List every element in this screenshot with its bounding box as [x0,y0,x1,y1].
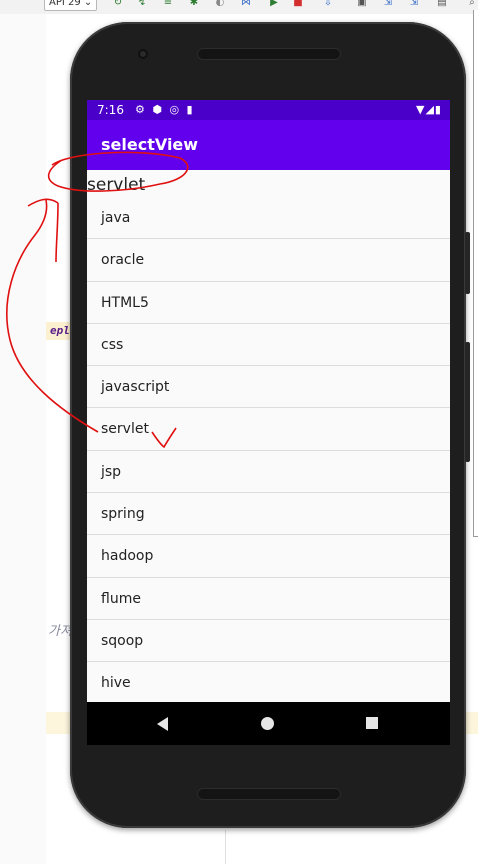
status-time: 7:16 [97,103,124,117]
stop-icon[interactable]: ■ [292,0,304,9]
sync-icon[interactable]: ≡ [162,0,174,9]
list-item[interactable]: java [87,197,450,240]
list-item[interactable]: servlet [87,408,450,451]
layout-inspector-icon[interactable]: ▤ [436,0,448,9]
signal-battery-icons: ▼◢▮ [416,103,442,116]
front-camera [138,49,148,59]
volume-button[interactable] [465,342,470,462]
list-item[interactable]: jsp [87,451,450,494]
apply-changes-icon[interactable]: ↻ [112,0,124,9]
bottom-speaker [197,788,341,800]
ide-left-strip [0,14,46,864]
list-item[interactable]: oracle [87,239,450,282]
api-level-dropdown[interactable]: API 29 ⌄ [44,0,98,11]
run-icon[interactable]: ▶ [268,0,280,9]
avd-manager-icon[interactable]: ⇲ [408,0,420,9]
navigation-bar [87,702,450,745]
home-icon[interactable] [261,717,274,730]
list-item[interactable]: HTML5 [87,282,450,324]
selected-value-text: servlet [87,175,146,195]
recents-icon[interactable] [366,717,378,729]
status-bar: 7:16 ⚙ ⬢ ◎ ▮ ▼◢▮ [87,100,450,120]
list-item[interactable]: flume [87,578,450,620]
notification-icons: ⚙ ⬢ ◎ ▮ [135,103,195,116]
search-icon[interactable]: ⌕ [466,0,478,9]
api-level-label: API 29 [49,0,81,8]
attach-icon[interactable]: ⋈ [240,0,252,9]
profile-icon[interactable]: ◐ [214,0,226,9]
device-screen: 7:16 ⚙ ⬢ ◎ ▮ ▼◢▮ selectView servlet java… [87,100,450,745]
list-item[interactable]: hadoop [87,535,450,578]
list-item[interactable]: hive [87,662,450,705]
app-title: selectView [101,135,199,154]
ide-divider [225,830,226,864]
earpiece-speaker [197,48,341,60]
list-item[interactable]: sqoop [87,620,450,663]
apply-code-icon[interactable]: ↯ [136,0,148,9]
app-bar: selectView [87,120,450,170]
gradle-icon[interactable]: ⇩ [322,0,334,9]
list-item[interactable]: css [87,324,450,367]
ide-toolbar: API 29 ⌄ ↻ ↯ ≡ ✱ ◐ ⋈ ▶ ■ ⇩ ▣ ⇲ ⇲ ▤ ⌕ [0,0,478,15]
phone-frame: 7:16 ⚙ ⬢ ◎ ▮ ▼◢▮ selectView servlet java… [70,22,470,828]
debug-icon[interactable]: ✱ [188,0,200,9]
device-manager-icon[interactable]: ▣ [356,0,368,9]
ide-right-panel [473,10,478,537]
list-item[interactable]: spring [87,493,450,536]
item-list[interactable]: java oracle HTML5 css javascript servlet jsp sp… [87,197,450,705]
back-icon[interactable] [157,717,168,731]
power-button[interactable] [465,232,470,294]
comment-fragment: 가져 [48,624,72,639]
list-item[interactable]: javascript [87,366,450,409]
sdk-manager-icon[interactable]: ⇲ [382,0,394,9]
